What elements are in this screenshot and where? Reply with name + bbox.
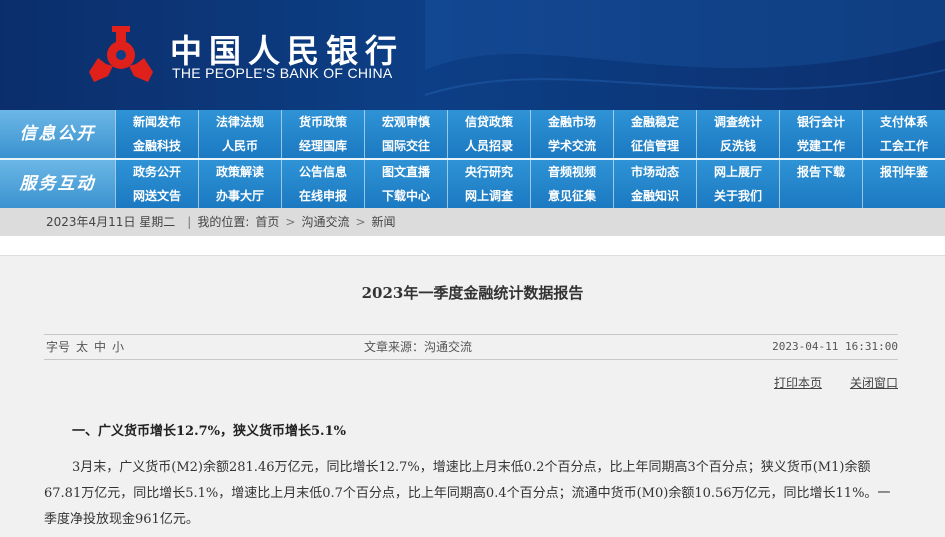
nav-item[interactable]: 调查统计 (696, 110, 779, 134)
nav-item[interactable]: 报刊年鉴 (862, 160, 945, 184)
breadcrumb-page-link[interactable]: 新闻 (372, 215, 396, 229)
article-source: 文章来源：沟通交流 (364, 340, 473, 354)
nav-item[interactable]: 学术交流 (530, 134, 613, 158)
nav-grid-service: 政务公开 政策解读 公告信息 图文直播 央行研究 音频视频 市场动态 网上展厅 报告下载 报刊年鉴… (115, 160, 945, 208)
nav-grid-info: 新闻发布 法律法规 货币政策 宏观审慎 信贷政策 金融市场 金融稳定 调查统计 银行会计 支付体系… (115, 110, 945, 158)
nav-item[interactable]: 法律法规 (198, 110, 281, 134)
article-meta: 字号太中小 文章来源：沟通交流 2023-04-11 16:31:00 (44, 334, 898, 360)
nav-item[interactable]: 下载中心 (364, 184, 447, 208)
nav-item[interactable]: 支付体系 (862, 110, 945, 134)
font-size-label: 字号 (46, 340, 71, 354)
nav-item[interactable]: 货币政策 (281, 110, 364, 134)
location-label: 我的位置: (197, 215, 250, 229)
nav-info-public: 信息公开 新闻发布 法律法规 货币政策 宏观审慎 信贷政策 金融市场 金融稳定 调查统计 银行会… (0, 110, 945, 158)
font-size-small[interactable]: 小 (112, 340, 124, 354)
nav-item[interactable]: 网上调查 (447, 184, 530, 208)
nav-item[interactable]: 市场动态 (613, 160, 696, 184)
nav-item[interactable]: 央行研究 (447, 160, 530, 184)
current-date: 2023年4月11日 星期二 (46, 215, 176, 229)
nav-item[interactable]: 金融知识 (613, 184, 696, 208)
article-datetime: 2023-04-11 16:31:00 (772, 340, 898, 353)
nav-item[interactable]: 网送文告 (115, 184, 198, 208)
nav-item[interactable]: 新闻发布 (115, 110, 198, 134)
article-title: 2023年一季度金融统计数据报告 (361, 284, 584, 302)
site-title-en: THE PEOPLE'S BANK OF CHINA (172, 65, 393, 81)
nav-section-label: 信息公开 (0, 110, 115, 158)
nav-item (862, 184, 945, 208)
breadcrumb-section-link[interactable]: 沟通交流 (301, 215, 349, 229)
nav-item[interactable]: 国际交往 (364, 134, 447, 158)
nav-item[interactable]: 报告下载 (779, 160, 862, 184)
pboc-emblem-icon (89, 26, 153, 82)
section-heading: 一、广义货币增长12.7%，狭义货币增长5.1% (72, 424, 346, 439)
nav-item[interactable]: 人民币 (198, 134, 281, 158)
breadcrumb-arrow-icon: > (355, 215, 366, 229)
nav-item[interactable]: 网上展厅 (696, 160, 779, 184)
nav-item[interactable]: 政策解读 (198, 160, 281, 184)
nav-item[interactable]: 工会工作 (862, 134, 945, 158)
nav-item[interactable]: 金融稳定 (613, 110, 696, 134)
nav-item[interactable]: 政务公开 (115, 160, 198, 184)
site-header: 中国人民银行 THE PEOPLE'S BANK OF CHINA (0, 0, 945, 110)
breadcrumb-arrow-icon: > (285, 215, 296, 229)
nav-section-label: 服务互动 (0, 160, 115, 208)
nav-item[interactable]: 人员招录 (447, 134, 530, 158)
close-window-link[interactable]: 关闭窗口 (850, 376, 898, 390)
breadcrumb: 2023年4月11日 星期二 | 我的位置: 首页 > 沟通交流 > 新闻 (0, 208, 945, 236)
nav-item[interactable]: 在线申报 (281, 184, 364, 208)
nav-item[interactable]: 反洗钱 (696, 134, 779, 158)
nav-item[interactable]: 图文直播 (364, 160, 447, 184)
font-size-large[interactable]: 太 (76, 340, 88, 354)
print-page-link[interactable]: 打印本页 (774, 376, 822, 390)
header-wave-decoration (425, 0, 945, 96)
nav-service: 服务互动 政务公开 政策解读 公告信息 图文直播 央行研究 音频视频 市场动态 网上展厅 报告下… (0, 160, 945, 208)
breadcrumb-home-link[interactable]: 首页 (255, 215, 279, 229)
font-size-medium[interactable]: 中 (94, 340, 106, 354)
nav-item (779, 184, 862, 208)
font-size-control: 字号太中小 (46, 335, 124, 359)
nav-item[interactable]: 公告信息 (281, 160, 364, 184)
nav-item[interactable]: 银行会计 (779, 110, 862, 134)
nav-item[interactable]: 信贷政策 (447, 110, 530, 134)
nav-item[interactable]: 金融市场 (530, 110, 613, 134)
nav-item[interactable]: 意见征集 (530, 184, 613, 208)
nav-item[interactable]: 征信管理 (613, 134, 696, 158)
nav-item[interactable]: 金融科技 (115, 134, 198, 158)
article-paragraph: 3月末，广义货币(M2)余额281.46万亿元，同比增长12.7%，增速比上月末… (44, 460, 891, 527)
nav-item[interactable]: 办事大厅 (198, 184, 281, 208)
nav-item[interactable]: 宏观审慎 (364, 110, 447, 134)
nav-item[interactable]: 党建工作 (779, 134, 862, 158)
nav-item[interactable]: 经理国库 (281, 134, 364, 158)
nav-item[interactable]: 关于我们 (696, 184, 779, 208)
article: 2023年一季度金融统计数据报告 字号太中小 文章来源：沟通交流 2023-04… (0, 256, 945, 537)
content-top-band (0, 236, 945, 256)
nav-item[interactable]: 音频视频 (530, 160, 613, 184)
article-tools: 打印本页 关闭窗口 (746, 374, 898, 391)
separator: | (187, 215, 192, 229)
